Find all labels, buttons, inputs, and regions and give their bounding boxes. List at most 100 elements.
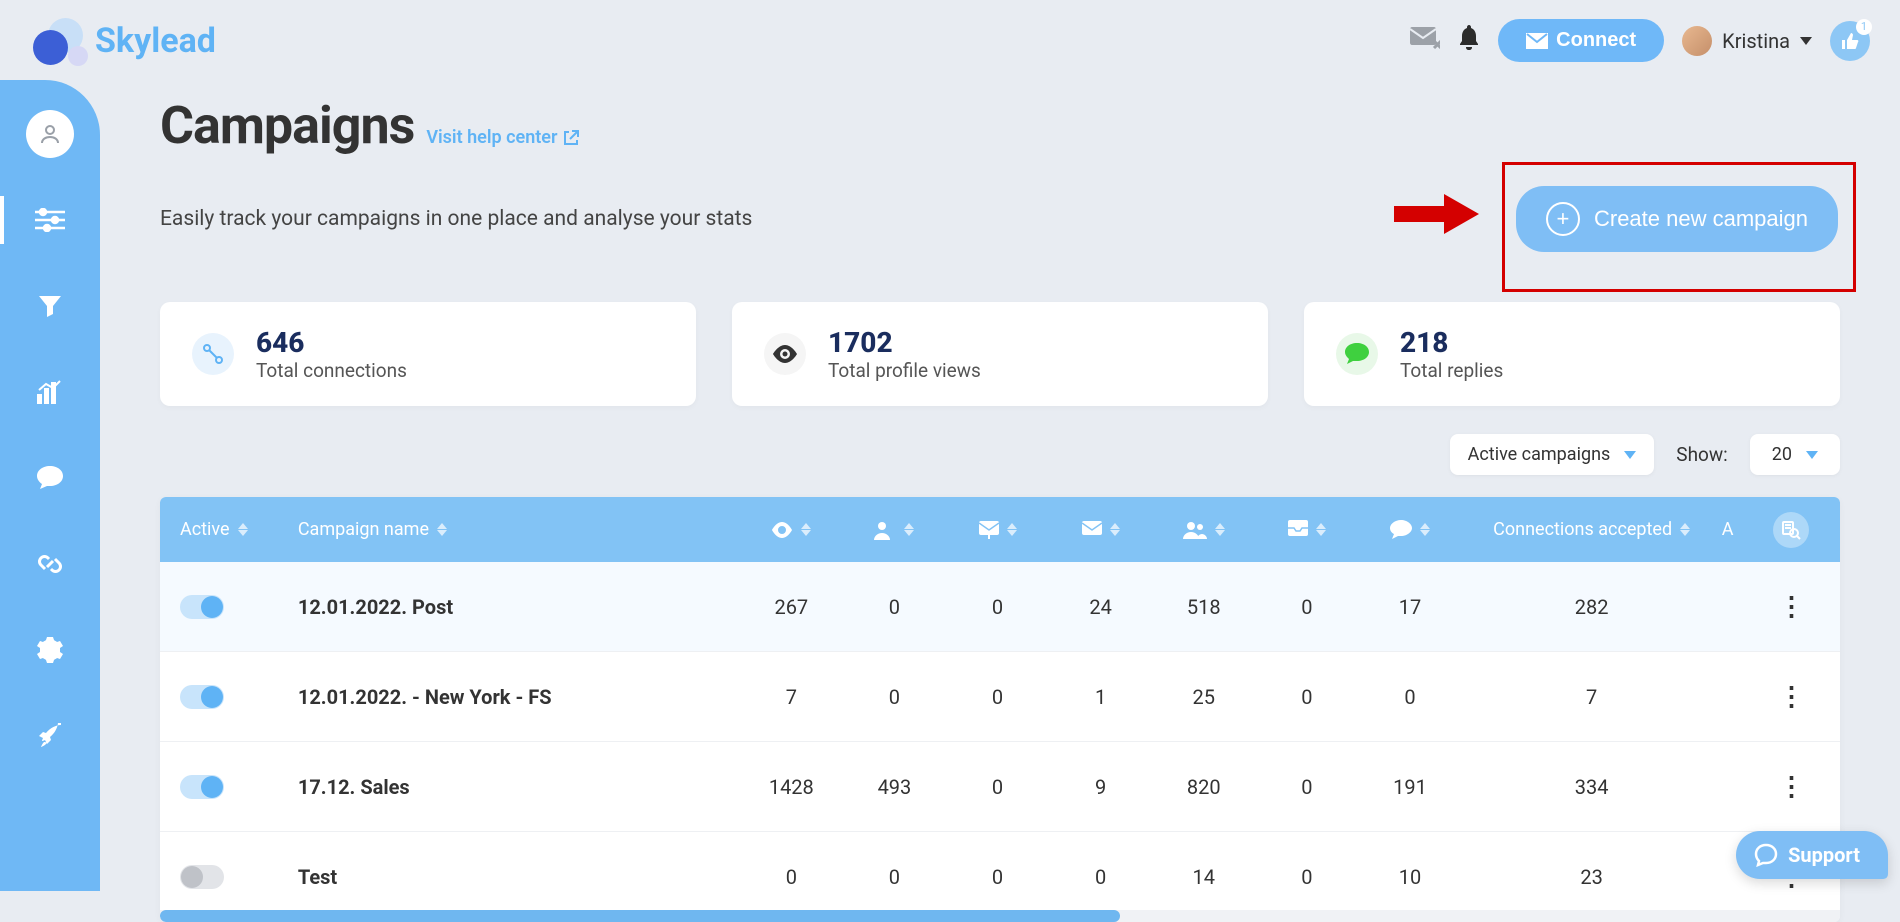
connections-icon [192, 333, 234, 375]
status-filter-dropdown[interactable]: Active campaigns [1450, 434, 1655, 475]
cell: 0 [1255, 775, 1358, 799]
cell: 14 [1152, 865, 1255, 889]
cell: 0 [946, 595, 1049, 619]
mail-out-icon [979, 521, 999, 539]
th-campaign-name[interactable]: Campaign name [298, 519, 740, 540]
th-partial[interactable]: A [1722, 519, 1761, 540]
horizontal-scrollbar[interactable] [160, 910, 1840, 922]
th-col6[interactable] [1255, 520, 1358, 540]
connect-button[interactable]: Connect [1498, 19, 1664, 62]
cell: 0 [1049, 865, 1152, 889]
cell: 9 [1049, 775, 1152, 799]
page-title: Campaigns [160, 95, 414, 156]
table-row[interactable]: 17.12. Sales1428493098200191334⋮ [160, 742, 1840, 832]
page-subtitle: Easily track your campaigns in one place… [160, 207, 752, 231]
sidebar-item-analytics[interactable] [26, 368, 74, 416]
row-actions-menu[interactable]: ⋮ [1779, 783, 1803, 791]
help-center-link[interactable]: Visit help center [426, 127, 579, 148]
eye-icon [764, 333, 806, 375]
sidebar-item-settings[interactable] [26, 626, 74, 674]
sort-icon [1110, 523, 1120, 536]
scrollbar-thumb[interactable] [160, 910, 1120, 922]
cell: 24 [1049, 595, 1152, 619]
th-views[interactable] [740, 522, 843, 538]
create-campaign-button[interactable]: + Create new campaign [1516, 186, 1838, 252]
cell: 1428 [740, 775, 843, 799]
table-row[interactable]: 12.01.2022. - New York - FS700125007⋮ [160, 652, 1840, 742]
th-col7[interactable] [1358, 520, 1461, 540]
sidebar-item-rocket[interactable] [26, 712, 74, 760]
cell: 17 [1358, 595, 1461, 619]
page-size-dropdown[interactable]: 20 [1750, 434, 1840, 475]
stat-label: Total replies [1400, 359, 1503, 382]
annotation-arrow [1394, 194, 1484, 234]
create-campaign-highlight: + Create new campaign [1514, 184, 1840, 254]
thumb-badge[interactable] [1830, 21, 1870, 61]
cell: 1 [1049, 685, 1152, 709]
th-search[interactable] [1761, 512, 1820, 548]
stat-total-replies: 218 Total replies [1304, 302, 1840, 406]
th-col3[interactable] [946, 521, 1049, 539]
table-row[interactable]: Test00001401023⋮ [160, 832, 1840, 922]
campaign-name: 12.01.2022. Post [298, 595, 453, 619]
cell: 0 [843, 595, 946, 619]
stat-total-connections: 646 Total connections [160, 302, 696, 406]
sidebar-item-filters[interactable] [26, 196, 74, 244]
user-menu[interactable]: Kristina [1682, 26, 1812, 56]
cell: 7 [740, 685, 843, 709]
active-toggle[interactable] [180, 865, 224, 889]
active-toggle[interactable] [180, 595, 224, 619]
campaign-name: 12.01.2022. - New York - FS [298, 685, 552, 709]
show-label: Show: [1676, 443, 1727, 466]
cell: 0 [1255, 865, 1358, 889]
sidebar-item-link[interactable] [26, 540, 74, 588]
brand-name: Skylead [95, 21, 216, 61]
table-body: 12.01.2022. Post2670024518017282⋮12.01.2… [160, 562, 1840, 922]
bell-icon[interactable] [1458, 25, 1480, 57]
cell-connections-accepted: 7 [1462, 685, 1722, 709]
support-button[interactable]: Support [1736, 831, 1888, 879]
title-row: Campaigns Visit help center [160, 95, 1840, 156]
th-connections-accepted[interactable]: Connections accepted [1462, 519, 1722, 540]
filter-row: Active campaigns Show: 20 [160, 434, 1840, 475]
th-col5[interactable] [1152, 521, 1255, 539]
cell: 493 [843, 775, 946, 799]
sidebar-item-funnel[interactable] [26, 282, 74, 330]
stat-profile-views: 1702 Total profile views [732, 302, 1268, 406]
sidebar-item-profile[interactable] [26, 110, 74, 158]
th-active[interactable]: Active [180, 519, 298, 540]
stat-label: Total profile views [828, 359, 981, 382]
person-add-icon [874, 520, 896, 540]
stat-value: 218 [1400, 326, 1503, 359]
support-icon [1754, 843, 1778, 867]
row-actions-menu[interactable]: ⋮ [1779, 603, 1803, 611]
cell-connections-accepted: 334 [1462, 775, 1722, 799]
logo-area[interactable]: Skylead [30, 18, 216, 63]
logo-icon [30, 18, 85, 63]
cell: 191 [1358, 775, 1461, 799]
th-col4[interactable] [1049, 521, 1152, 539]
main-content: Campaigns Visit help center Easily track… [100, 81, 1900, 922]
table-row[interactable]: 12.01.2022. Post2670024518017282⋮ [160, 562, 1840, 652]
plus-icon: + [1546, 202, 1580, 236]
th-col2[interactable] [843, 520, 946, 540]
sort-icon [1215, 523, 1225, 536]
sidebar-item-chat[interactable] [26, 454, 74, 502]
people-icon [1183, 521, 1207, 539]
cell: 0 [946, 865, 1049, 889]
row-actions-menu[interactable]: ⋮ [1779, 693, 1803, 701]
sort-icon [1680, 523, 1690, 536]
cell: 518 [1152, 595, 1255, 619]
cell: 0 [1255, 685, 1358, 709]
cell: 267 [740, 595, 843, 619]
cell: 0 [740, 865, 843, 889]
active-toggle[interactable] [180, 685, 224, 709]
active-toggle[interactable] [180, 775, 224, 799]
cell: 0 [843, 685, 946, 709]
sort-icon [801, 523, 811, 536]
cell: 0 [1358, 685, 1461, 709]
stat-value: 1702 [828, 326, 981, 359]
table-header: Active Campaign name [160, 497, 1840, 562]
mail-icon[interactable] [1410, 25, 1440, 56]
cell: 0 [946, 685, 1049, 709]
